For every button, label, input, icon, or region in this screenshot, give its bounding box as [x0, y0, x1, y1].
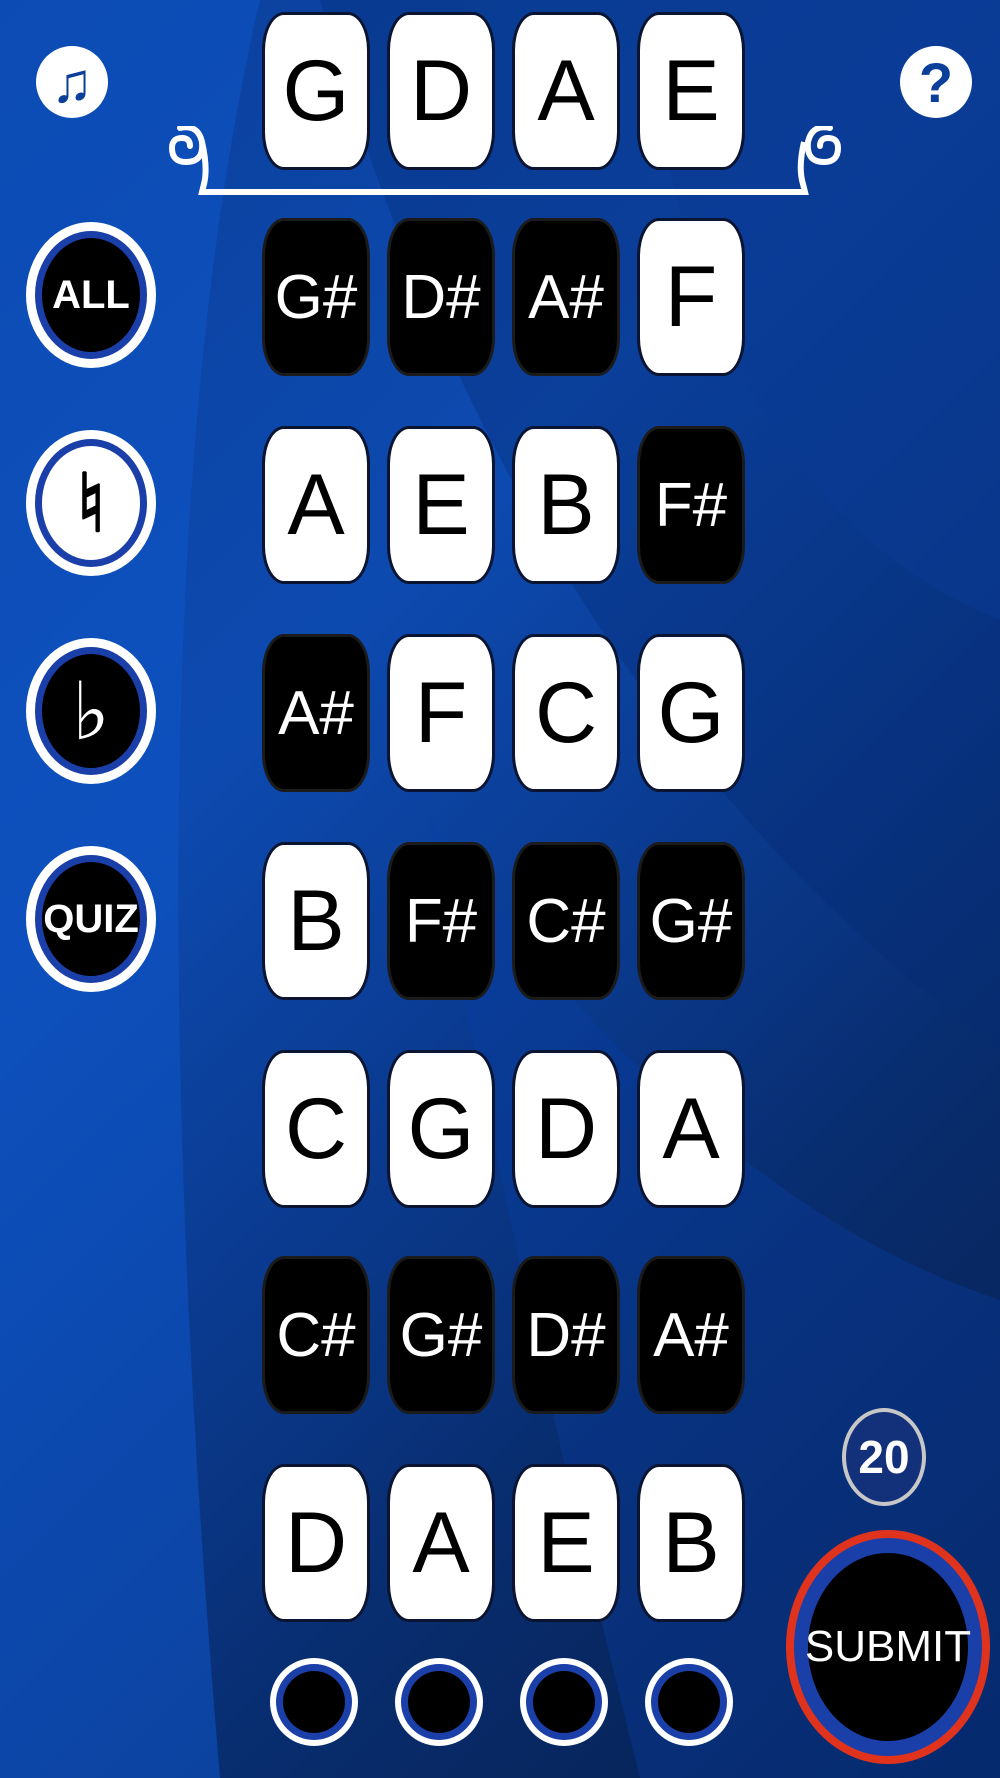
- indicator-ring: [651, 1664, 727, 1740]
- fret-2-string-a[interactable]: B: [512, 426, 620, 584]
- fret-4-string-a[interactable]: C#: [512, 842, 620, 1000]
- fret-7-string-e[interactable]: B: [637, 1464, 745, 1622]
- natural-icon: ♮: [42, 446, 140, 560]
- flat-mode-button[interactable]: ♭: [26, 638, 156, 784]
- fret-3-string-g[interactable]: A#: [262, 634, 370, 792]
- indicator-fill: [408, 1671, 470, 1733]
- fret-5-string-d[interactable]: G: [387, 1050, 495, 1208]
- string-d-indicator[interactable]: [395, 1658, 483, 1746]
- all-mode-label: ALL: [42, 238, 140, 352]
- fret-5-string-a[interactable]: D: [512, 1050, 620, 1208]
- submit-button[interactable]: SUBMIT: [786, 1530, 990, 1764]
- fret-1-string-a[interactable]: A#: [512, 218, 620, 376]
- natural-mode-button[interactable]: ♮: [26, 430, 156, 576]
- natural-mode-ring: ♮: [35, 439, 147, 567]
- indicator-fill: [533, 1671, 595, 1733]
- fret-4-string-g[interactable]: B: [262, 842, 370, 1000]
- fret-2-string-d[interactable]: E: [387, 426, 495, 584]
- help-glyph: ?: [918, 50, 954, 114]
- fret-6-string-d[interactable]: G#: [387, 1256, 495, 1414]
- indicator-ring: [401, 1664, 477, 1740]
- fret-3-string-d[interactable]: F: [387, 634, 495, 792]
- fret-4-string-d[interactable]: F#: [387, 842, 495, 1000]
- fret-2-string-e[interactable]: F#: [637, 426, 745, 584]
- fret-1-string-e[interactable]: F: [637, 218, 745, 376]
- fret-7-string-a[interactable]: E: [512, 1464, 620, 1622]
- indicator-ring: [526, 1664, 602, 1740]
- fret-4-string-e[interactable]: G#: [637, 842, 745, 1000]
- flat-mode-ring: ♭: [35, 647, 147, 775]
- submit-ring: SUBMIT: [794, 1538, 982, 1756]
- nut-scroll-decoration: [168, 126, 842, 195]
- fret-6-string-g[interactable]: C#: [262, 1256, 370, 1414]
- fret-1-string-g[interactable]: G#: [262, 218, 370, 376]
- fret-5-string-e[interactable]: A: [637, 1050, 745, 1208]
- music-note-glyph: ♫: [51, 50, 93, 114]
- all-mode-button[interactable]: ALL: [26, 222, 156, 368]
- indicator-ring: [276, 1664, 352, 1740]
- fret-3-string-a[interactable]: C: [512, 634, 620, 792]
- fret-3-string-e[interactable]: G: [637, 634, 745, 792]
- indicator-fill: [658, 1671, 720, 1733]
- all-mode-ring: ALL: [35, 231, 147, 359]
- indicator-fill: [283, 1671, 345, 1733]
- quiz-mode-button[interactable]: QUIZ: [26, 846, 156, 992]
- help-icon[interactable]: ?: [900, 46, 972, 118]
- quiz-mode-label: QUIZ: [42, 862, 140, 976]
- quiz-mode-ring: QUIZ: [35, 855, 147, 983]
- flat-icon: ♭: [42, 654, 140, 768]
- submit-label: SUBMIT: [805, 1553, 971, 1741]
- question-counter: 20: [842, 1408, 926, 1506]
- string-g-indicator[interactable]: [270, 1658, 358, 1746]
- fret-6-string-e[interactable]: A#: [637, 1256, 745, 1414]
- fret-1-string-d[interactable]: D#: [387, 218, 495, 376]
- fret-5-string-g[interactable]: C: [262, 1050, 370, 1208]
- string-e-indicator[interactable]: [645, 1658, 733, 1746]
- fret-7-string-g[interactable]: D: [262, 1464, 370, 1622]
- fret-2-string-g[interactable]: A: [262, 426, 370, 584]
- music-note-icon[interactable]: ♫: [36, 46, 108, 118]
- fret-6-string-a[interactable]: D#: [512, 1256, 620, 1414]
- fret-7-string-d[interactable]: A: [387, 1464, 495, 1622]
- string-a-indicator[interactable]: [520, 1658, 608, 1746]
